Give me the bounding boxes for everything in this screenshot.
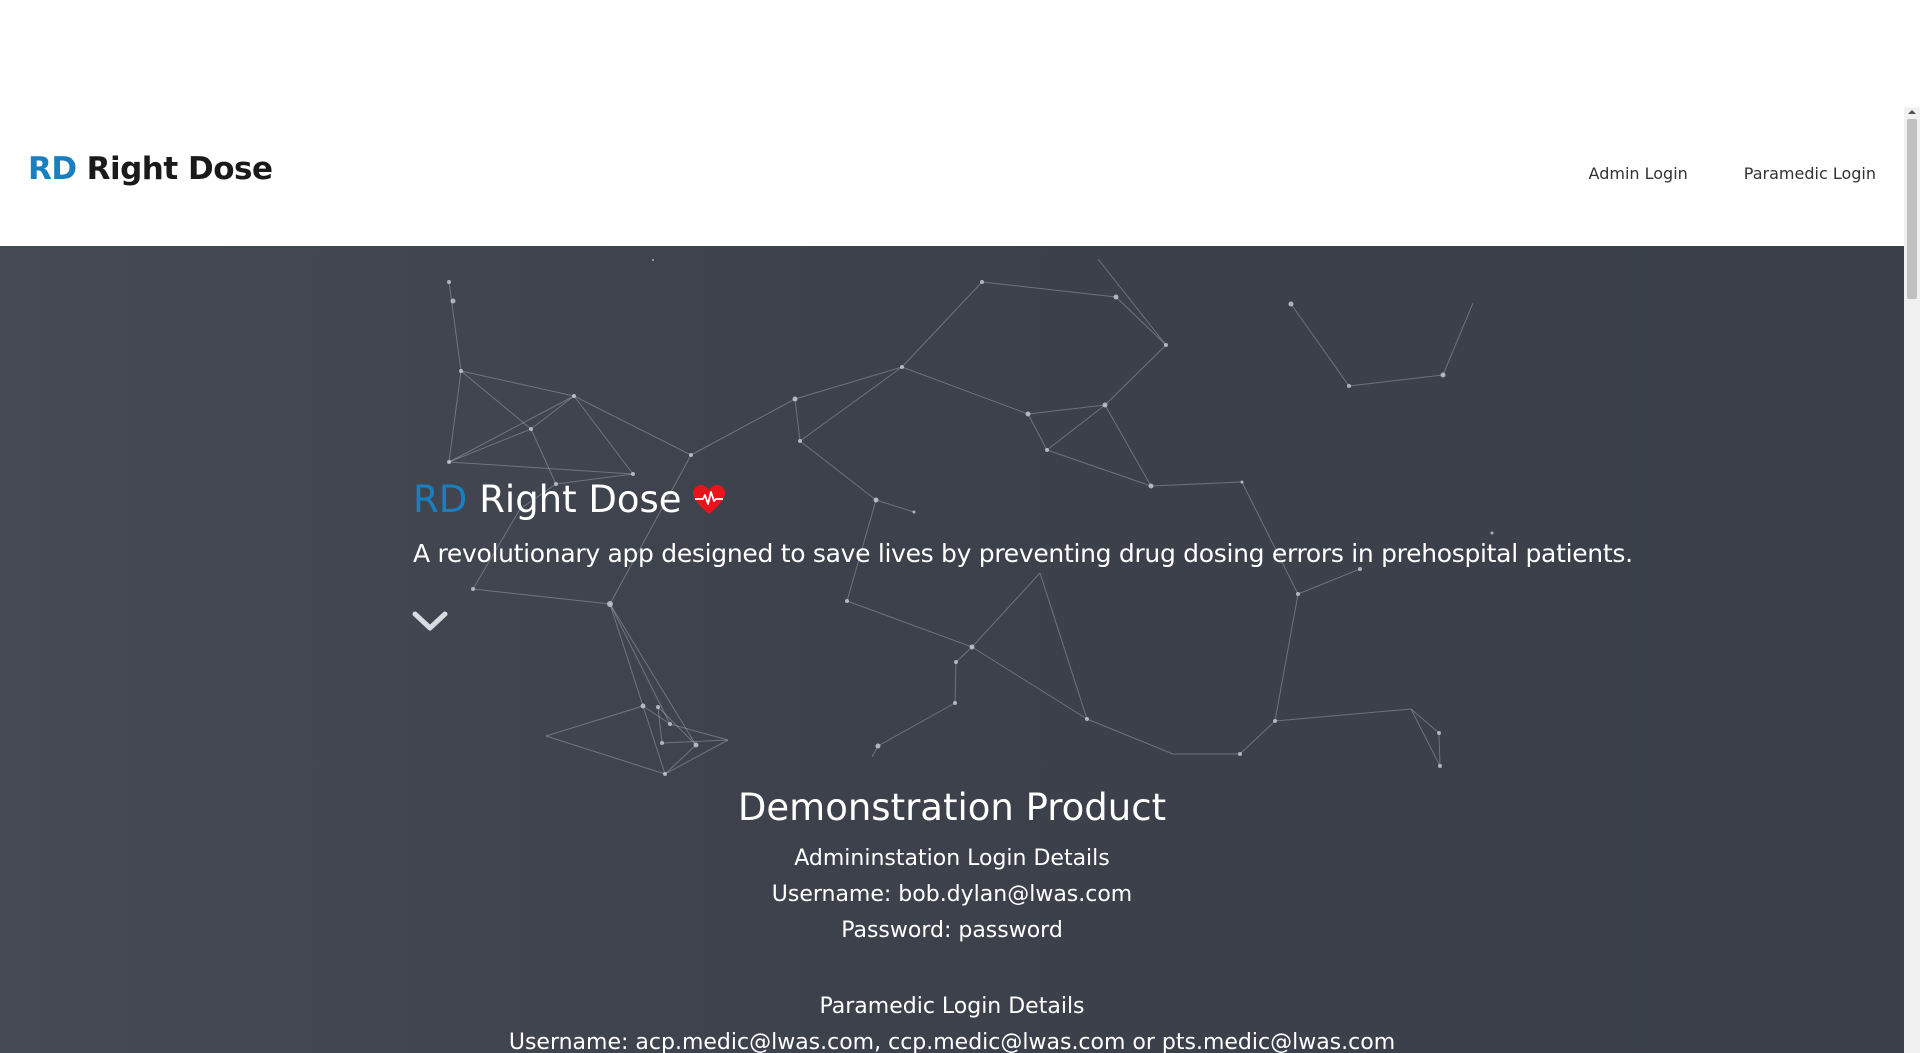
hero-title-abbrev: RD bbox=[413, 478, 468, 521]
heart-pulse-icon bbox=[692, 484, 725, 514]
browser-viewport: RD Right Dose Admin Login Paramedic Login bbox=[0, 0, 1920, 1053]
page-scrollbar[interactable] bbox=[1904, 107, 1920, 1053]
paramedic-login-link[interactable]: Paramedic Login bbox=[1744, 164, 1876, 183]
paramedic-username: Username: acp.medic@lwas.com, ccp.medic@… bbox=[508, 1030, 1396, 1053]
admin-login-link[interactable]: Admin Login bbox=[1589, 164, 1688, 183]
hero-subtitle: A revolutionary app designed to save liv… bbox=[413, 539, 1633, 568]
brand-abbrev: RD bbox=[28, 151, 77, 187]
demo-heading: Demonstration Product bbox=[737, 786, 1167, 829]
nav-links: Admin Login Paramedic Login bbox=[1589, 164, 1876, 183]
scroll-up-arrow-icon[interactable] bbox=[1904, 107, 1920, 117]
hero-title: RD Right Dose bbox=[413, 478, 726, 521]
admin-login-heading: Admininstation Login Details bbox=[794, 846, 1110, 871]
brand-logo[interactable]: RD Right Dose bbox=[28, 151, 273, 187]
demo-credentials: Demonstration Product Admininstation Log… bbox=[0, 786, 1904, 1053]
scrollbar-thumb[interactable] bbox=[1907, 119, 1917, 299]
page: RD Right Dose Admin Login Paramedic Login bbox=[0, 0, 1904, 1053]
brand-name: Right Dose bbox=[86, 151, 273, 187]
chevron-down-icon[interactable] bbox=[411, 608, 449, 634]
paramedic-login-heading: Paramedic Login Details bbox=[819, 994, 1085, 1019]
hero-section: RD Right Dose A revolutionary app designe… bbox=[0, 246, 1904, 1053]
admin-password: Password: password bbox=[841, 918, 1063, 943]
navbar: RD Right Dose Admin Login Paramedic Login bbox=[0, 107, 1904, 246]
hero-title-name: Right Dose bbox=[479, 478, 682, 521]
admin-username: Username: bob.dylan@lwas.com bbox=[771, 882, 1133, 907]
